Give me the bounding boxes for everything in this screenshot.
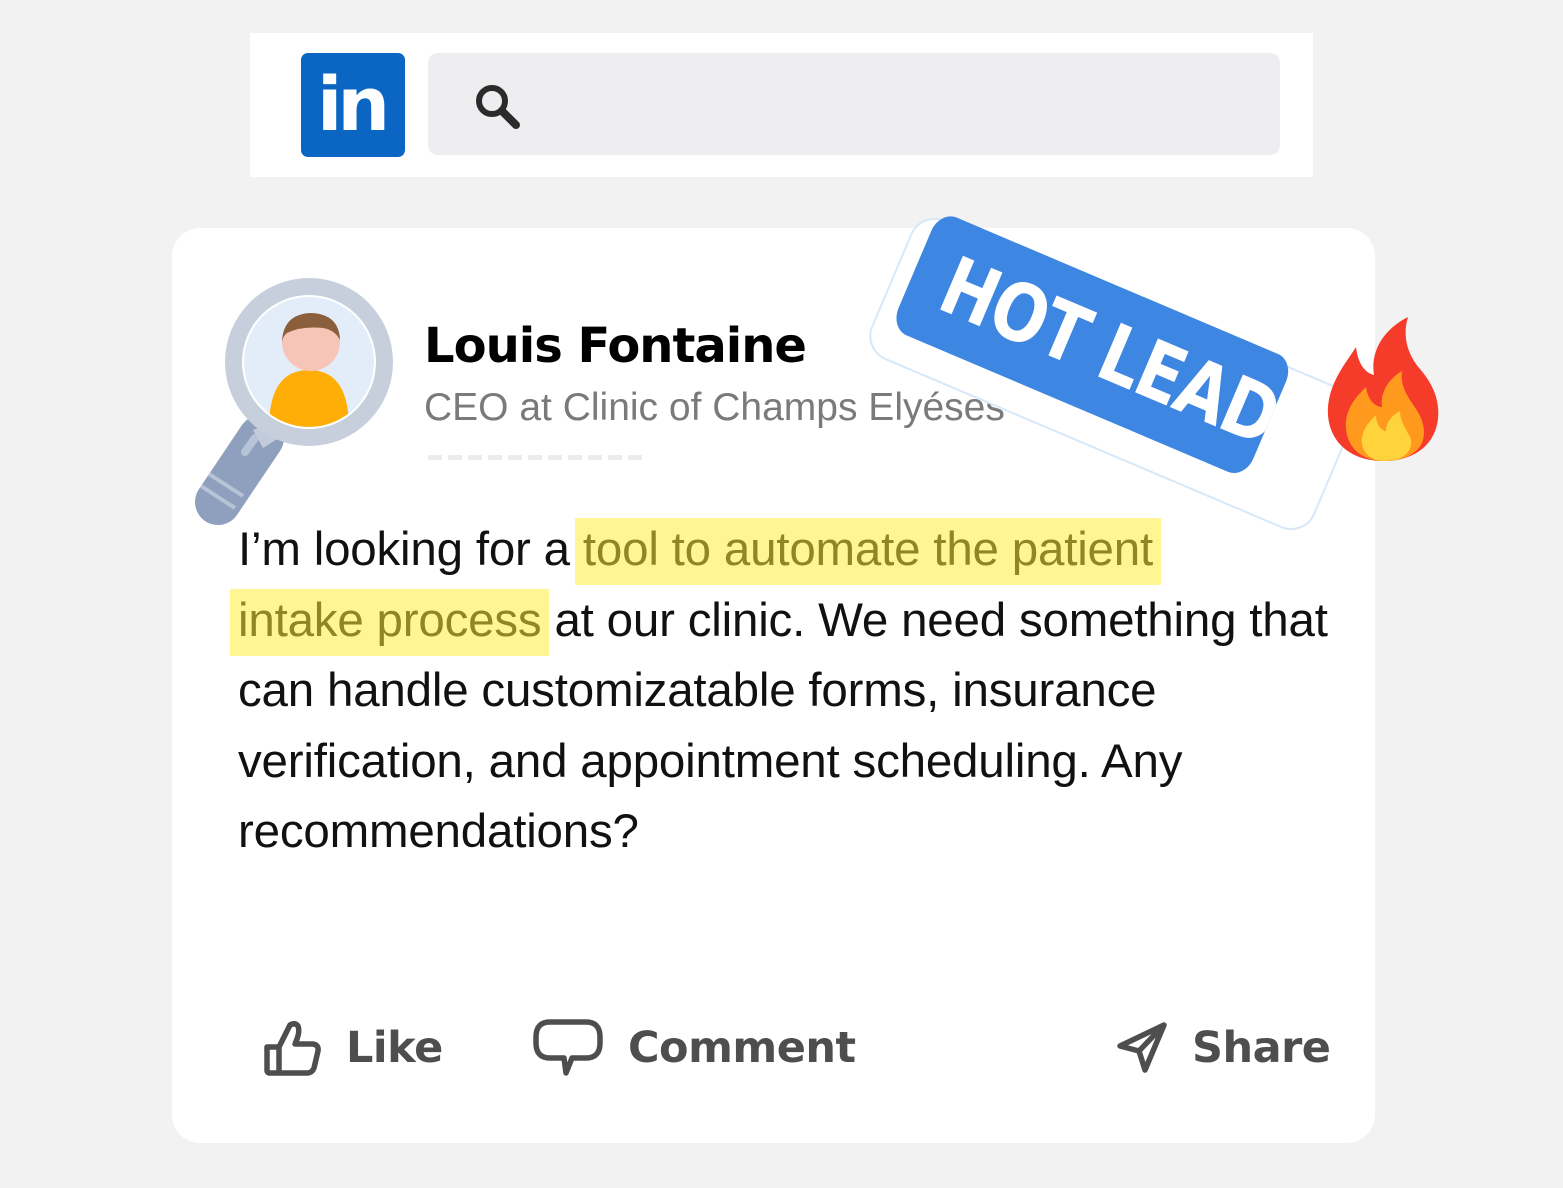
post-body: I’m looking for a tool to automate the p…: [230, 515, 1328, 868]
search-icon: [476, 85, 520, 129]
like-label: Like: [346, 1023, 443, 1073]
share-button[interactable]: Share: [1116, 1010, 1331, 1086]
fire-icon: [1327, 317, 1439, 461]
top-bar: in: [250, 33, 1313, 177]
logo-text: in: [316, 62, 390, 148]
comment-button[interactable]: Comment: [532, 1010, 856, 1086]
post-text-part-1: I’m looking for a: [238, 523, 583, 576]
faint-subline: [428, 455, 644, 460]
author-name[interactable]: Louis Fontaine: [424, 318, 807, 374]
thumbs-up-icon: [264, 1020, 321, 1076]
send-icon: [1117, 1022, 1167, 1073]
share-label: Share: [1192, 1023, 1331, 1073]
search-input[interactable]: [538, 53, 1262, 157]
highlight-part-1: tool to automate the patient: [574, 518, 1161, 585]
highlight-part-2: intake process: [230, 588, 550, 656]
search-bar[interactable]: [428, 53, 1280, 157]
linkedin-logo[interactable]: in: [301, 53, 405, 157]
like-button[interactable]: Like: [262, 1010, 443, 1086]
comment-label: Comment: [628, 1023, 856, 1073]
magnifier-avatar-icon[interactable]: [183, 278, 398, 528]
author-title: CEO at Clinic of Champs Elyéses: [424, 386, 1005, 429]
comment-icon: [533, 1019, 603, 1076]
